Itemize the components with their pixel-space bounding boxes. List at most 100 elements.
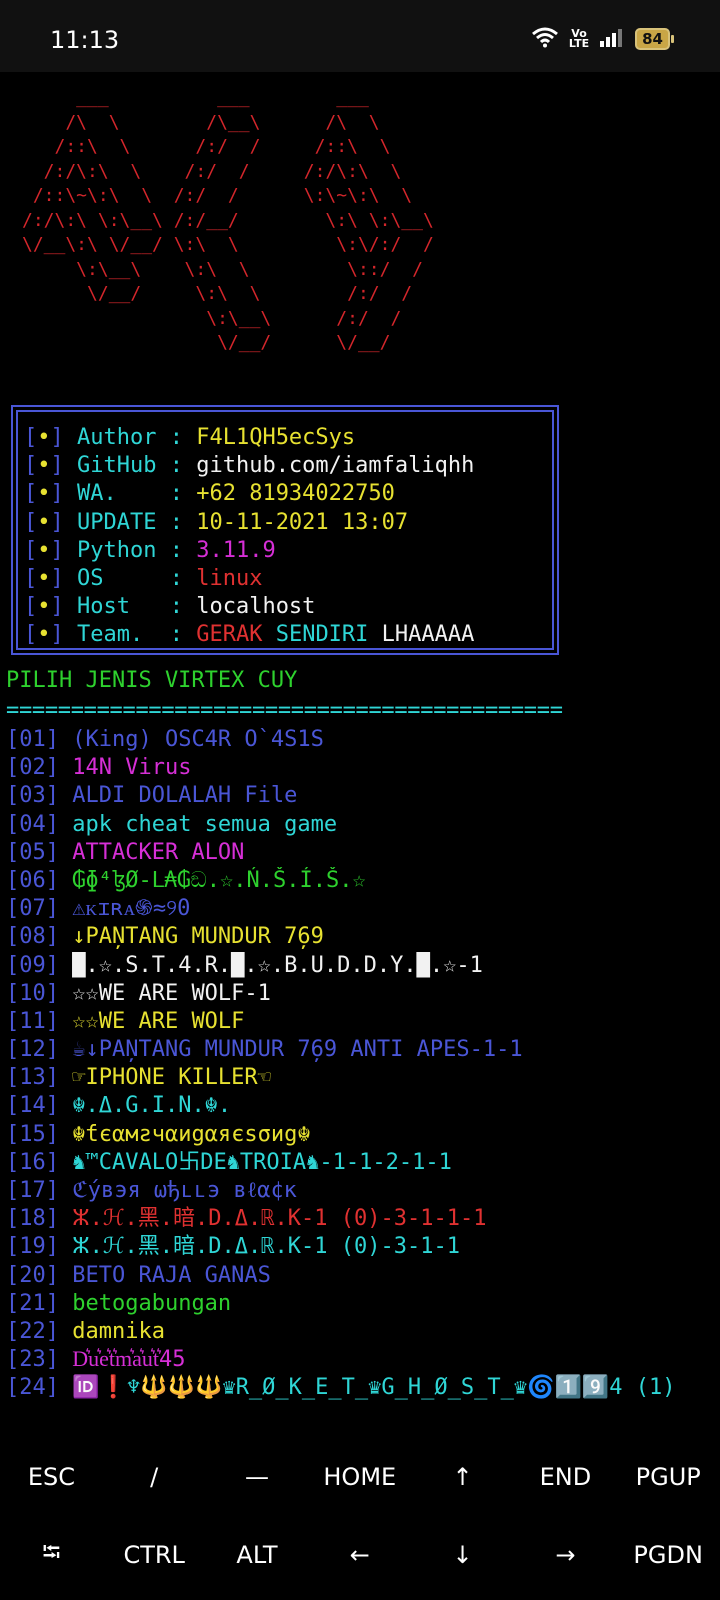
- status-bar: 11:13 Vo LTE 84: [0, 0, 720, 72]
- pgdn-key[interactable]: PGDN: [617, 1541, 720, 1569]
- slash-key[interactable]: /: [103, 1463, 206, 1491]
- info-label: OS: [77, 566, 170, 592]
- menu-item-index: [17]: [6, 1178, 59, 1203]
- menu-item: [09] █.☆.S.T.4.R.█.☆.B.U.D.D.Y.█.☆-1: [6, 952, 675, 980]
- status-time: 11:13: [50, 26, 120, 54]
- menu-item: [08] ↓PAN̦TANG MUNDUR 7̦69: [6, 923, 675, 951]
- bullet-dot: •: [37, 622, 51, 648]
- bullet-bracket-close: ]: [50, 594, 64, 620]
- menu-item-index: [12]: [6, 1037, 59, 1063]
- wifi-icon: [531, 26, 559, 52]
- ascii-logo: ___ ___ ___ /\ \ /\__\ /\ \ /::\ \ /:/ /…: [22, 87, 434, 353]
- menu-item-index: [10]: [6, 980, 59, 1006]
- arrow-down-key[interactable]: ↓: [411, 1541, 514, 1569]
- menu-item-label: ⵣ.ℋ.黑.暗.D.Δ.ℝ.K-1 (0)-3-1-1-1: [72, 1206, 487, 1232]
- bullet-bracket-open: [: [24, 622, 38, 648]
- virtex-menu-list: [01] (King) OSC4R O`4S1S [02] 14N Virus [0…: [6, 726, 675, 1403]
- menu-item-label: BETO RAJA GANAS: [72, 1262, 271, 1288]
- pgup-key[interactable]: PGUP: [617, 1463, 720, 1491]
- bullet-dot: •: [37, 509, 51, 535]
- extra-keys-bar: ESC / — HOME ↑ END PGUP ⭾ CTRL ALT ← ↓ → PGDN: [0, 1434, 720, 1600]
- esc-key[interactable]: ESC: [0, 1463, 103, 1491]
- info-label: Team.: [77, 622, 170, 648]
- menu-item: [23] D͛u͛e͛t͛m͛a͛u͛t͛45: [6, 1346, 675, 1374]
- info-label: Host: [77, 594, 170, 620]
- arrow-up-key[interactable]: ↑: [411, 1463, 514, 1491]
- menu-item: [19] ⵣ.ℋ.黑.暗.D.Δ.ℝ.K-1 (0)-3-1-1: [6, 1233, 675, 1261]
- menu-item-label: damnika: [72, 1318, 165, 1344]
- menu-item: [14] ☬.Δ.G.I.N.☬.: [6, 1092, 675, 1120]
- bullet-dot: •: [37, 425, 51, 450]
- info-value: 10-11-2021 13:07: [196, 509, 409, 535]
- bullet-bracket-close: ]: [50, 509, 64, 535]
- menu-item-label: D͛u͛e͛t͛m͛a͛u͛t͛45: [72, 1347, 186, 1373]
- menu-item: [13] ☞IPHONE KILLER☜: [6, 1064, 675, 1092]
- tab-key[interactable]: ⭾: [0, 1535, 103, 1576]
- menu-item: [17] ℭýвэя ωђււэ вℓα¢к: [6, 1177, 675, 1205]
- info-row: [•] Host : localhost: [24, 593, 552, 621]
- menu-item: [10] ☆☆WE ARE WOLF-1: [6, 980, 675, 1008]
- menu-item: [04] apk cheat semua game: [6, 811, 675, 839]
- info-separator: :: [169, 622, 183, 648]
- bullet-bracket-close: ]: [50, 622, 64, 648]
- menu-item-index: [01]: [6, 727, 59, 752]
- menu-item: [18] ⵣ.ℋ.黑.暗.D.Δ.ℝ.K-1 (0)-3-1-1-1: [6, 1205, 675, 1233]
- info-separator: :: [169, 566, 183, 592]
- info-value: github.com/iamfaliqhh: [196, 453, 475, 479]
- info-label: Python: [77, 537, 170, 563]
- menu-item: [15] ☬ƭєαмƨчαиgαяєѕσиg☬: [6, 1121, 675, 1149]
- info-row: [•] Author : F4L1QH5ecSys: [24, 424, 552, 452]
- menu-item-index: [07]: [6, 896, 59, 922]
- home-key[interactable]: HOME: [308, 1463, 411, 1491]
- menu-item-index: [03]: [6, 783, 59, 809]
- bullet-bracket-close: ]: [50, 566, 64, 592]
- menu-item-label: ATTACKER ALON: [72, 839, 245, 865]
- info-value: localhost: [196, 594, 316, 620]
- bullet-bracket-close: ]: [50, 453, 64, 479]
- bullet-dot: •: [37, 537, 51, 563]
- menu-item-label: ☞IPHONE KILLER☜: [72, 1065, 271, 1091]
- extra-keys-row-1: ESC / — HOME ↑ END PGUP: [0, 1438, 720, 1516]
- alt-key[interactable]: ALT: [206, 1541, 309, 1569]
- dash-key[interactable]: —: [206, 1463, 309, 1491]
- arrow-left-key[interactable]: ←: [308, 1541, 411, 1569]
- bullet-bracket-close: ]: [50, 481, 64, 507]
- bullet-bracket-open: [: [24, 509, 38, 535]
- ctrl-key[interactable]: CTRL: [103, 1541, 206, 1569]
- info-row: [•] Team. : GERAK SENDIRI LHAAAAA: [24, 621, 552, 649]
- menu-item-index: [14]: [6, 1093, 59, 1119]
- menu-item-label: ☕↓PAN̦TANG MUNDUR 7̦69 ANTI APES-1-1: [72, 1037, 523, 1063]
- info-value-part: GERAK: [196, 622, 263, 648]
- bullet-dot: •: [37, 481, 51, 507]
- menu-item-index: [21]: [6, 1290, 59, 1316]
- info-box-inner: [•] Author : F4L1QH5ecSys [•] GitHub : gi…: [16, 410, 554, 650]
- info-label: Author: [77, 425, 170, 450]
- info-row: [•] WA. : +62 81934022750: [24, 480, 552, 508]
- arrow-right-key[interactable]: →: [514, 1541, 617, 1569]
- menu-item: [20] BETO RAJA GANAS: [6, 1262, 675, 1290]
- menu-title: PILIH JENIS VIRTEX CUY: [6, 668, 298, 693]
- info-separator: :: [169, 537, 183, 563]
- menu-item-label: ₲ɸ⁴ɮØ-ᒪ₳₲ඞ.☆.Ń.Š.Í.Š.☆: [72, 867, 366, 893]
- bullet-bracket-open: [: [24, 425, 38, 450]
- info-separator: :: [169, 594, 183, 620]
- menu-item-index: [22]: [6, 1318, 59, 1344]
- terminal-view[interactable]: ___ ___ ___ /\ \ /\__\ /\ \ /::\ \ /:/ /…: [0, 72, 720, 1434]
- menu-item-label: ☆☆WE ARE WOLF: [72, 1008, 245, 1034]
- info-separator: :: [169, 481, 183, 507]
- menu-item-label: ↓PAN̦TANG MUNDUR 7̦69: [72, 924, 324, 950]
- menu-item-index: [13]: [6, 1065, 59, 1091]
- info-separator: :: [169, 509, 183, 535]
- info-value: linux: [196, 566, 263, 592]
- bullet-bracket-open: [: [24, 594, 38, 620]
- menu-item: [24] 🆔❗♆🔱🔱🔱♛R̲Ø̲K̲E̲T̲♛G̲H̲Ø̲S̲T̲♛🌀1️⃣9️…: [6, 1374, 675, 1402]
- menu-item-label: ALDI DOLALAH File: [72, 783, 298, 809]
- menu-item-label: ⵣ.ℋ.黑.暗.D.Δ.ℝ.K-1 (0)-3-1-1: [72, 1234, 460, 1260]
- info-value-part: SENDIRI: [275, 622, 369, 648]
- menu-item-index: [09]: [6, 952, 59, 978]
- end-key[interactable]: END: [514, 1463, 617, 1491]
- menu-item-label: ⚠ᴋɪʀᴀ֍≈୨0: [72, 896, 191, 922]
- menu-item-label: ☬ƭєαмƨчαиgαяєѕσиg☬: [72, 1121, 311, 1147]
- info-label: WA.: [77, 481, 170, 507]
- bullet-bracket-close: ]: [50, 425, 64, 450]
